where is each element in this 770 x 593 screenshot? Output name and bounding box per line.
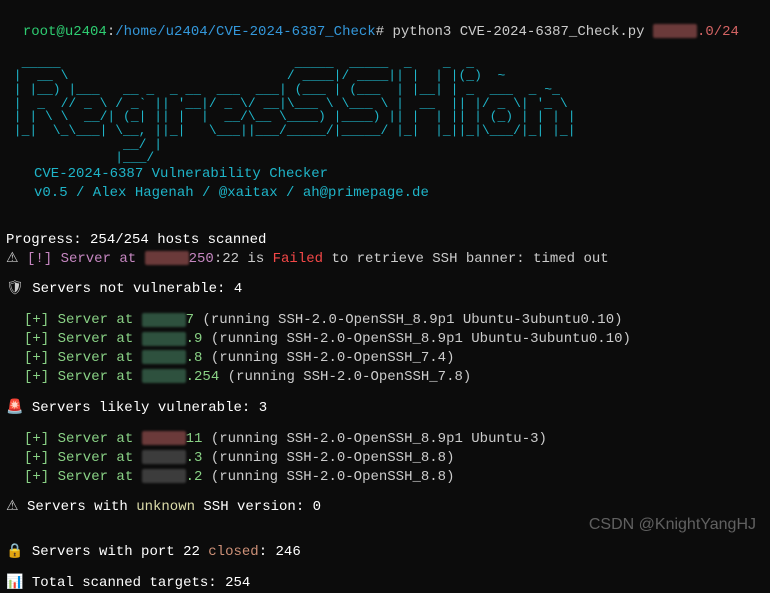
shield-icon: 🛡 — [6, 281, 24, 297]
redacted-ip — [142, 332, 186, 346]
watermark: CSDN @KnightYangHJ — [589, 514, 756, 536]
failed-suffix: to retrieve SSH banner: timed out — [323, 251, 609, 267]
closed-count: 246 — [276, 544, 301, 560]
terminal-prompt-line: root@u2404:/home/u2404/CVE-2024-6387_Che… — [6, 4, 764, 42]
prompt-path: /home/u2404/CVE-2024-6387_Check — [115, 24, 375, 40]
redacted-ip — [142, 350, 186, 364]
warn-icon: ⚠ — [6, 499, 19, 515]
failed-server-line: ⚠ [!] Server at 250:22 is Failed to retr… — [6, 250, 764, 269]
failed-ip-last: 250 — [189, 251, 214, 267]
list-item: [+] Server at .3 (running SSH-2.0-OpenSS… — [6, 449, 764, 468]
warn-icon: ⚠ — [6, 251, 19, 267]
section-vulnerable: 🚨 Servers likely vulnerable: 3 [+] Serve… — [6, 399, 764, 487]
section-not-vulnerable: 🛡 Servers not vulnerable: 4 [+] Server a… — [6, 280, 764, 386]
lock-icon: 🔒 — [6, 544, 23, 560]
target-suffix: .0/24 — [697, 24, 739, 40]
redacted-ip — [653, 24, 697, 38]
redacted-ip — [142, 313, 186, 327]
list-item: [+] Server at 11 (running SSH-2.0-OpenSS… — [6, 430, 764, 449]
failed-prefix: [!] Server at — [27, 251, 145, 267]
redacted-ip — [142, 450, 186, 464]
redacted-ip — [142, 469, 186, 483]
list-item: [+] Server at .9 (running SSH-2.0-OpenSS… — [6, 330, 764, 349]
progress-label: Progress: — [6, 232, 90, 248]
progress-value: 254/254 hosts scanned — [90, 232, 266, 248]
ascii-banner: _____ _____ _____ _ _ _ | __ \ / ____|/ … — [6, 56, 764, 165]
progress-line: Progress: 254/254 hosts scanned — [6, 231, 764, 250]
prompt-user-host: root@u2404 — [23, 24, 107, 40]
vuln-label: Servers likely vulnerable: — [32, 400, 259, 416]
list-item: [+] Server at .2 (running SSH-2.0-OpenSS… — [6, 468, 764, 487]
redacted-ip — [142, 431, 186, 445]
alert-icon: 🚨 — [6, 400, 23, 416]
command-text: python3 CVE-2024-6387_Check.py — [393, 24, 653, 40]
tool-title: CVE-2024-6387 Vulnerability Checker — [34, 165, 764, 184]
list-item: [+] Server at 7 (running SSH-2.0-OpenSSH… — [6, 311, 764, 330]
tool-version-author: v0.5 / Alex Hagenah / @xaitax / ah@prime… — [34, 184, 764, 203]
failed-port: :22 is — [214, 251, 273, 267]
vuln-count: 3 — [259, 400, 267, 416]
not-vuln-count: 4 — [234, 281, 242, 297]
unknown-count: 0 — [313, 499, 321, 515]
section-closed: 🔒 Servers with port 22 closed: 246 — [6, 543, 764, 562]
prompt-hash: # — [376, 24, 384, 40]
total-count: 254 — [225, 575, 250, 591]
list-item: [+] Server at .254 (running SSH-2.0-Open… — [6, 368, 764, 387]
failed-status: Failed — [273, 251, 323, 267]
list-item: [+] Server at .8 (running SSH-2.0-OpenSS… — [6, 349, 764, 368]
redacted-ip — [145, 251, 189, 265]
section-total: 📊 Total scanned targets: 254 — [6, 574, 764, 593]
chart-icon: 📊 — [6, 575, 23, 591]
redacted-ip — [142, 369, 186, 383]
not-vuln-label: Servers not vulnerable: — [32, 281, 234, 297]
